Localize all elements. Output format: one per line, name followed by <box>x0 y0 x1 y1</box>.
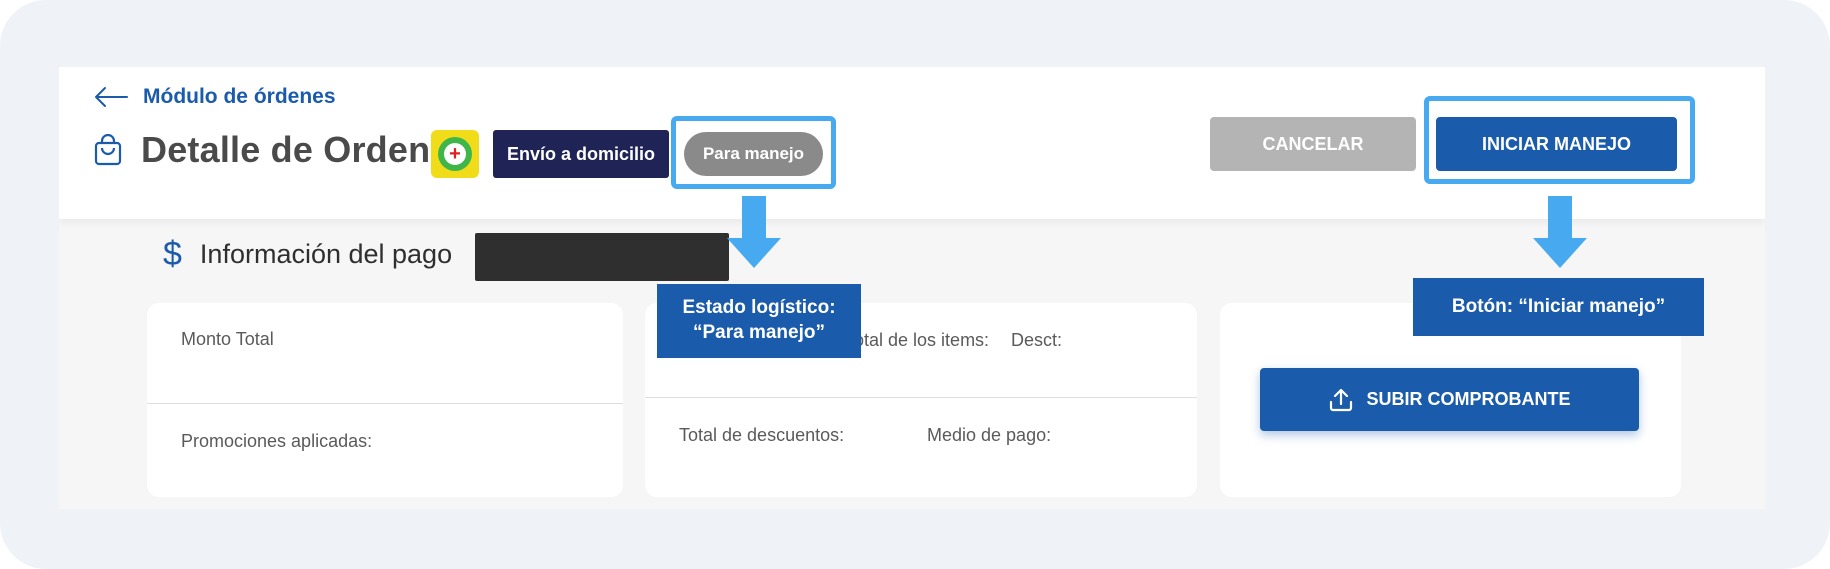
dollar-icon: $ <box>163 235 182 273</box>
status-callout: Estado logístico: “Para manejo” <box>657 284 861 358</box>
cancel-button[interactable]: CANCELAR <box>1210 117 1416 171</box>
payment-section-label: Información del pago <box>199 239 453 269</box>
back-link[interactable]: Módulo de órdenes <box>93 85 336 109</box>
discount-label: Desct: <box>1011 330 1063 350</box>
total-discounts-label: Total de descuentos: <box>679 425 845 445</box>
pharmacy-logo: + <box>431 130 479 178</box>
button-callout: Botón: “Iniciar manejo” <box>1413 278 1704 336</box>
arrow-down-icon <box>1533 196 1587 268</box>
status-highlight-box <box>671 116 836 189</box>
payment-section-title: $ Información del pago <box>163 235 452 274</box>
button-highlight-box <box>1424 96 1695 184</box>
page-title: Detalle de Orden <box>141 129 431 170</box>
promotions-label: Promociones aplicadas: <box>181 431 373 451</box>
arrow-left-icon <box>95 87 128 107</box>
upload-icon <box>1330 388 1353 411</box>
payment-summary-card: Monto Total Promociones aplicadas: <box>147 303 623 497</box>
logo-cross-icon: + <box>438 137 472 171</box>
arrow-down-icon <box>727 196 781 268</box>
total-amount-label: Monto Total <box>181 329 274 349</box>
card-divider <box>147 403 623 404</box>
status-callout-line1: Estado logístico: <box>682 297 836 319</box>
back-link-label: Módulo de órdenes <box>143 85 336 108</box>
total-items-label: Total de los items: <box>845 330 990 350</box>
delivery-type-chip: Envío a domicilio <box>493 130 669 178</box>
card-divider <box>645 397 1197 398</box>
upload-receipt-button[interactable]: SUBIR COMPROBANTE <box>1260 368 1639 431</box>
upload-button-label: SUBIR COMPROBANTE <box>1366 389 1571 409</box>
shopping-bag-icon <box>94 134 122 166</box>
payment-method-label: Medio de pago: <box>927 425 1052 445</box>
status-callout-line2: “Para manejo” <box>692 322 825 343</box>
title-row: Detalle de Orden <box>93 129 430 171</box>
redacted-block <box>475 233 729 281</box>
